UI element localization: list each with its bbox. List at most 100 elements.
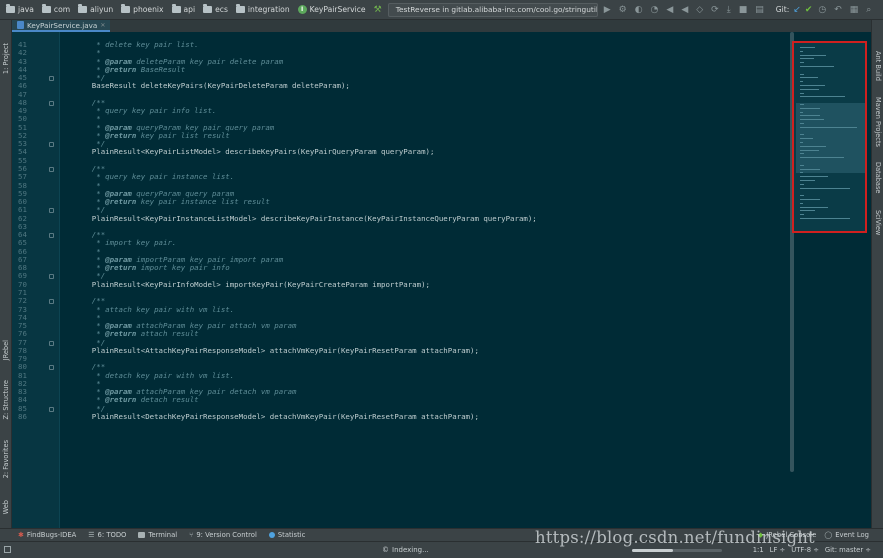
todo-label: 6: TODO <box>97 531 127 539</box>
fold-marker-icon[interactable] <box>49 406 54 412</box>
code-line[interactable]: 86 PlainResult<DetachKeyPairResponseMode… <box>12 412 871 421</box>
structure-tool-tab[interactable]: Z: Structure <box>1 374 11 426</box>
fold-marker-icon[interactable] <box>49 340 54 346</box>
fold-marker-icon[interactable] <box>49 233 54 239</box>
file-encoding[interactable]: UTF-8 ÷ <box>791 546 819 554</box>
version-control-tool-tab[interactable]: ⑂ 9: Version Control <box>189 531 257 539</box>
fold-marker-icon[interactable] <box>49 76 54 82</box>
jrebel-console-tool-tab[interactable]: ◆ JRebel Console <box>758 531 817 539</box>
project-tool-tab[interactable]: 1: Project <box>1 34 11 84</box>
breadcrumb-aliyun[interactable]: aliyun <box>76 4 115 14</box>
project-structure-icon[interactable]: ▦ <box>848 5 861 15</box>
run-icon[interactable]: ▶ <box>602 5 613 15</box>
minimap-line <box>800 134 804 136</box>
ant-build-tool-tab[interactable]: Ant Build <box>873 46 883 86</box>
run-configuration-select[interactable]: TestReverse in gitlab.alibaba-inc.com/co… <box>387 2 598 17</box>
search-icon[interactable]: ⌕ <box>864 5 873 15</box>
maven-projects-tool-tab[interactable]: Maven Projects <box>873 90 883 154</box>
code-token: attach result <box>136 329 199 339</box>
code-line[interactable]: 81 * detach key pair with vm list. <box>12 371 871 380</box>
code-line[interactable]: 41 * delete key pair list. <box>12 40 871 49</box>
debug-icon[interactable]: ⚙ <box>617 5 629 15</box>
close-icon[interactable]: ✕ <box>100 22 105 29</box>
breadcrumb-integration[interactable]: integration <box>234 4 292 14</box>
attach-icon[interactable]: ◇ <box>694 5 705 15</box>
folder-icon <box>41 4 51 13</box>
code-line[interactable]: 46 BaseResult deleteKeyPairs(KeyPairDele… <box>12 82 871 91</box>
fold-marker-icon[interactable] <box>49 365 54 371</box>
code-text: PlainResult<AttachKeyPairResponseModel> … <box>60 346 479 355</box>
code-line[interactable]: 55 <box>12 156 871 165</box>
event-log-tool-tab[interactable]: ◯ Event Log <box>824 531 869 539</box>
indexing-progress-bar[interactable] <box>632 549 722 552</box>
coverage-icon[interactable]: ◐ <box>633 5 645 15</box>
code-minimap[interactable] <box>792 41 867 233</box>
statistic-tool-tab[interactable]: Statistic <box>268 531 305 539</box>
event-log-label: Event Log <box>835 531 869 539</box>
layout-icon[interactable]: ▤ <box>753 5 766 15</box>
history-icon[interactable]: ◷ <box>816 5 828 15</box>
line-separator[interactable]: LF ÷ <box>770 546 786 554</box>
fold-marker-icon[interactable] <box>49 208 54 214</box>
tab-keypairservice[interactable]: KeyPairService.java ✕ <box>12 20 111 32</box>
git-branch[interactable]: Git: master ÷ <box>825 546 871 554</box>
code-line[interactable]: 71 <box>12 288 871 297</box>
update-icon[interactable]: ⟳ <box>709 5 721 15</box>
terminal-tool-tab[interactable]: Terminal <box>138 531 177 539</box>
stop-icon[interactable]: ■ <box>737 5 750 15</box>
code-line[interactable]: 44 * @return BaseResult <box>12 65 871 74</box>
caret-position[interactable]: 1:1 <box>753 546 764 554</box>
fold-gutter <box>34 355 60 363</box>
fold-marker-icon[interactable] <box>49 166 54 172</box>
structure-tool-label: Z: Structure <box>2 380 10 420</box>
code-token: PlainResult<KeyPairInstanceListModel> de… <box>74 213 537 223</box>
jrebel-run-icon[interactable]: ◀ <box>664 5 675 15</box>
breadcrumb-api[interactable]: api <box>170 4 198 14</box>
code-line[interactable]: 78 PlainResult<AttachKeyPairResponseMode… <box>12 346 871 355</box>
revert-icon[interactable]: ↶ <box>832 5 844 15</box>
breadcrumb-ecs[interactable]: ecs <box>201 4 230 14</box>
profile-icon[interactable]: ◔ <box>649 5 661 15</box>
todo-tool-tab[interactable]: ☰ 6: TODO <box>88 531 126 539</box>
code-line[interactable]: 84 * @return detach result <box>12 396 871 405</box>
breadcrumb-interface[interactable]: I KeyPairService <box>296 5 368 14</box>
jrebel-tool-tab[interactable]: JRebel <box>1 330 11 370</box>
fold-marker-icon[interactable] <box>49 274 54 280</box>
minimap-line <box>800 88 820 90</box>
code-line[interactable]: 57 * query key pair instance list. <box>12 172 871 181</box>
tool-windows-toggle-icon[interactable] <box>4 546 11 553</box>
fold-marker-icon[interactable] <box>49 142 54 148</box>
code-line[interactable]: 65 * import key pair. <box>12 239 871 248</box>
fold-marker-icon[interactable] <box>49 100 54 106</box>
breadcrumb-phoenix[interactable]: phoenix <box>119 4 165 14</box>
database-tool-tab[interactable]: Database <box>873 158 883 198</box>
code-line[interactable]: 52 * @return key pair list result <box>12 131 871 140</box>
web-tool-tab[interactable]: Web <box>1 492 11 522</box>
build-hammer-icon[interactable]: ⚒ <box>372 5 384 15</box>
code-line[interactable]: 60 * @return key pair instance list resu… <box>12 197 871 206</box>
indexing-status[interactable]: © Indexing... <box>382 546 429 554</box>
git-commit-icon[interactable]: ✔ <box>805 5 813 15</box>
breadcrumb-com[interactable]: com <box>40 4 72 14</box>
favorites-tool-tab[interactable]: 2: Favorites <box>1 432 11 486</box>
code-line[interactable]: 73 * attach key pair with vm list. <box>12 305 871 314</box>
findbugs-tool-tab[interactable]: ✱ FindBugs-IDEA <box>18 531 76 539</box>
code-line[interactable]: 63 <box>12 222 871 231</box>
code-line[interactable]: 49 * query key pair info list. <box>12 106 871 115</box>
code-line[interactable]: 70 PlainResult<KeyPairInfoModel> importK… <box>12 280 871 289</box>
code-line[interactable]: 68 * @return import key pair info <box>12 263 871 272</box>
jrebel-debug-icon[interactable]: ◀ <box>679 5 690 15</box>
code-line[interactable]: 54 PlainResult<KeyPairListModel> describ… <box>12 148 871 157</box>
fold-gutter <box>34 396 60 404</box>
git-update-icon[interactable]: ↙ <box>793 5 801 15</box>
code-area[interactable]: 41 * delete key pair list. 42 * 43 * @para… <box>12 40 871 421</box>
code-editor[interactable]: 41 * delete key pair list. 42 * 43 * @para… <box>12 32 871 528</box>
code-line[interactable]: 76 * @return attach result <box>12 329 871 339</box>
code-line[interactable]: 79 <box>12 354 871 363</box>
code-line[interactable]: 62 PlainResult<KeyPairInstanceListModel>… <box>12 213 871 223</box>
download-icon[interactable]: ⤓ <box>725 5 733 15</box>
code-line[interactable]: 47 <box>12 90 871 99</box>
fold-marker-icon[interactable] <box>49 299 54 305</box>
breadcrumb-java[interactable]: java <box>4 4 36 14</box>
sciview-tool-tab[interactable]: SciView <box>873 204 883 242</box>
